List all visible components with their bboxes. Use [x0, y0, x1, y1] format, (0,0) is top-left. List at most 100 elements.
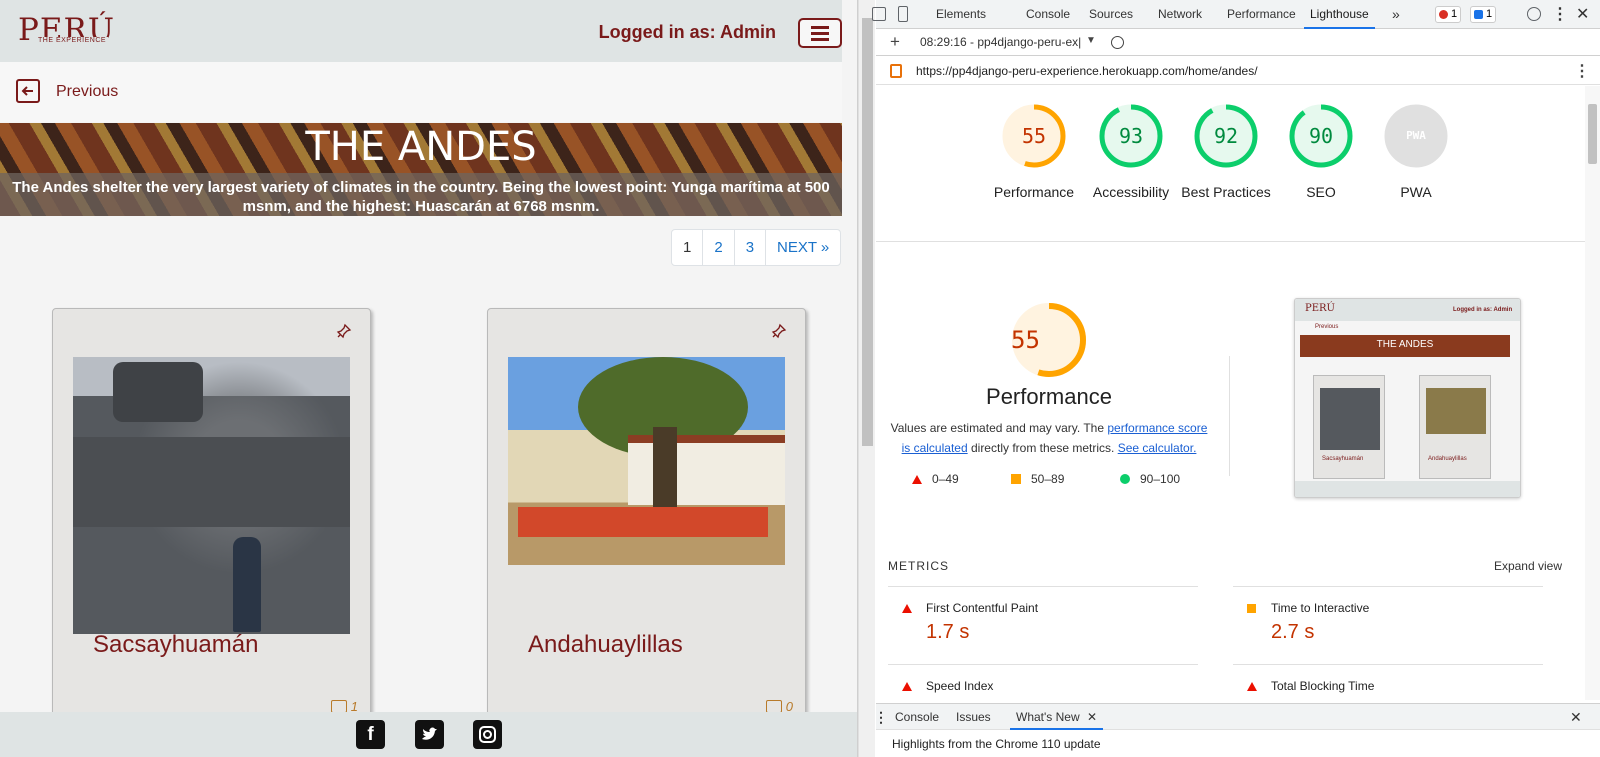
thumb-login: Logged in as: Admin	[1453, 307, 1513, 313]
drawer-content: Highlights from the Chrome 110 update	[876, 731, 1600, 757]
drawer-tab-label: What's New	[1016, 710, 1080, 724]
instagram-icon[interactable]	[473, 720, 502, 749]
tree-trunk	[653, 427, 677, 507]
website-scrollbar[interactable]	[858, 0, 875, 757]
legend-average-text: 50–89	[1031, 472, 1065, 486]
report-selector[interactable]: 08:29:16 - pp4django-peru-ex|	[920, 35, 1081, 49]
thumb-card: Andahuaylillas	[1419, 375, 1491, 479]
hamburger-menu-button[interactable]	[798, 18, 842, 48]
gauge-label: Best Practices	[1181, 184, 1271, 200]
more-options-icon[interactable]: ⋮	[1552, 0, 1568, 29]
site-footer: f	[0, 712, 857, 757]
gear-icon[interactable]	[1527, 7, 1541, 21]
thumb-card-title: Sacsayhuamán	[1322, 456, 1364, 462]
report-url-bar: https://pp4django-peru-experience.heroku…	[876, 57, 1600, 85]
metric-tbt: Total Blocking Time	[1233, 664, 1543, 700]
card-title[interactable]: Sacsayhuamán	[93, 631, 258, 659]
thumb-hero: THE ANDES	[1300, 335, 1510, 357]
person-figure	[233, 537, 261, 632]
gauge-score: 92	[1213, 124, 1239, 148]
card-title[interactable]: Andahuaylillas	[528, 631, 683, 659]
report-menu-icon[interactable]: ⋮	[1574, 61, 1590, 81]
expand-view-button[interactable]: Expand view	[1494, 559, 1562, 573]
close-devtools-icon[interactable]: ✕	[1576, 0, 1589, 29]
score-gauge-performance[interactable]: 55 Performance	[986, 104, 1082, 202]
report-url[interactable]: https://pp4django-peru-experience.heroku…	[916, 64, 1258, 78]
close-tab-icon[interactable]: ✕	[1087, 710, 1097, 724]
see-calculator-link[interactable]: See calculator.	[1118, 441, 1197, 455]
tab-console[interactable]: Console	[1026, 0, 1070, 29]
gauge-ring: 92	[1194, 104, 1258, 168]
hamburger-line	[811, 32, 829, 35]
facebook-icon[interactable]: f	[356, 720, 385, 749]
thumb-card-title: Andahuaylillas	[1428, 456, 1467, 462]
error-badge[interactable]: 1	[1435, 6, 1462, 23]
inspect-element-icon[interactable]	[872, 7, 886, 21]
note-text: directly from these metrics.	[967, 441, 1118, 455]
site-logo[interactable]: PERÚ THE EXPERIENCE	[18, 12, 118, 52]
arrow-left-icon[interactable]	[16, 79, 40, 103]
gauge-ring: 93	[1099, 104, 1163, 168]
metric-label: First Contentful Paint	[926, 601, 1039, 615]
tab-elements[interactable]: Elements	[936, 0, 986, 29]
page-link-3[interactable]: 3	[733, 230, 765, 265]
metric-label: Time to Interactive	[1271, 601, 1370, 615]
page-link-next[interactable]: NEXT »	[765, 230, 840, 265]
pin-icon[interactable]	[771, 323, 787, 339]
tab-performance[interactable]: Performance	[1227, 0, 1296, 29]
page-link-1[interactable]: 1	[672, 230, 702, 265]
tab-sources[interactable]: Sources	[1089, 0, 1133, 29]
gauge-score: 55	[1021, 124, 1047, 148]
twitter-icon[interactable]	[415, 720, 444, 749]
clear-icon[interactable]	[1111, 36, 1124, 49]
metric-label: Speed Index	[926, 679, 994, 693]
pin-icon[interactable]	[336, 323, 352, 339]
lock-icon	[890, 64, 902, 78]
previous-row: Previous	[0, 62, 842, 122]
device-toolbar-icon[interactable]	[898, 6, 908, 22]
lighthouse-report: 55 Performance 93 Accessibility 92 Best Pract…	[876, 86, 1585, 700]
metric-tti: Time to Interactive 2.7 s	[1233, 586, 1543, 664]
thumb-card-image	[1320, 388, 1380, 450]
drawer-tab-issues[interactable]: Issues	[956, 704, 991, 730]
performance-note: Values are estimated and may vary. The p…	[886, 418, 1212, 458]
close-drawer-icon[interactable]: ✕	[1570, 704, 1582, 730]
final-screenshot-thumbnail[interactable]: PERÚ Logged in as: Admin Previous THE AN…	[1294, 298, 1521, 498]
scrollbar-thumb[interactable]	[862, 18, 873, 446]
gauge-label: SEO	[1306, 184, 1336, 200]
fail-icon	[902, 682, 912, 691]
error-icon	[1439, 10, 1448, 19]
drawer-tab-console[interactable]: Console	[895, 704, 939, 730]
logo-subtitle: THE EXPERIENCE	[36, 37, 109, 44]
score-gauge-best-practices[interactable]: 92 Best Practices	[1178, 104, 1274, 202]
report-scrollbar[interactable]	[1585, 86, 1600, 700]
score-gauge-pwa[interactable]: PWA PWA	[1368, 104, 1464, 202]
chevron-down-icon[interactable]: ▼	[1086, 35, 1096, 46]
website-viewport: PERÚ THE EXPERIENCE Logged in as: Admin …	[0, 0, 858, 757]
legend-fail-text: 0–49	[932, 472, 959, 486]
legend-pass: 90–100	[1120, 472, 1180, 486]
tab-network[interactable]: Network	[1158, 0, 1202, 29]
place-image-sacsayhuaman[interactable]	[73, 357, 350, 634]
place-card[interactable]: Andahuaylillas 0	[487, 308, 806, 728]
plus-icon[interactable]: +	[890, 32, 900, 52]
metric-fcp: First Contentful Paint 1.7 s	[888, 586, 1198, 664]
gauge-ring: 55	[1002, 104, 1066, 168]
tab-lighthouse[interactable]: Lighthouse	[1304, 0, 1375, 29]
thumb-footer	[1295, 481, 1520, 497]
place-image-andahuaylillas[interactable]	[508, 357, 785, 565]
more-tabs-button[interactable]: »	[1392, 0, 1400, 29]
score-gauge-accessibility[interactable]: 93 Accessibility	[1083, 104, 1179, 202]
drawer-menu-icon[interactable]: ⋮	[874, 704, 888, 730]
page-link-2[interactable]: 2	[702, 230, 733, 265]
login-status: Logged in as: Admin	[598, 22, 776, 42]
legend-fail: 0–49	[912, 472, 959, 486]
gauge-score: 93	[1118, 124, 1144, 148]
drawer-tab-whats-new[interactable]: What's New ✕	[1010, 704, 1104, 730]
scrollbar-thumb[interactable]	[1588, 104, 1597, 164]
score-gauge-seo[interactable]: 90 SEO	[1273, 104, 1369, 202]
message-badge[interactable]: 1	[1470, 6, 1497, 23]
metric-label: Total Blocking Time	[1271, 679, 1375, 693]
previous-link[interactable]: Previous	[56, 83, 118, 101]
place-card[interactable]: Sacsayhuamán 1	[52, 308, 371, 728]
